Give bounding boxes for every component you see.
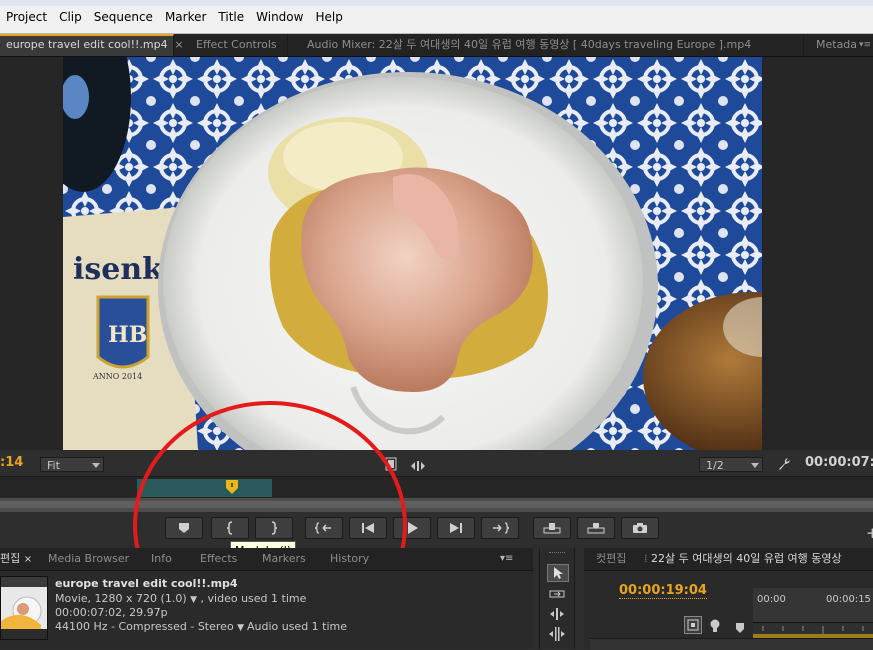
trim-mode-icon[interactable]	[410, 457, 426, 471]
tools-panel	[539, 548, 575, 649]
tab-sequence[interactable]: ⁞ 22살 두 여대생의 40일 유럽 여행 동영상	[644, 548, 842, 570]
source-monitor-tabbar: europe travel edit cool!!.mp4 × Effect C…	[0, 34, 873, 57]
button-editor-plus-icon[interactable]: +	[866, 524, 873, 542]
tab-project-label: 편집	[0, 552, 21, 565]
ruler-label-next: 00:00:15	[826, 594, 871, 605]
clip-thumbnail[interactable]	[0, 576, 48, 640]
title-bar-strip	[0, 0, 873, 6]
tab-sequence-grip: ⁞	[644, 552, 651, 565]
go-to-out-icon	[493, 522, 509, 534]
tab-audio-mixer[interactable]: Audio Mixer: 22살 두 여대생의 40일 유럽 여행 동영상 [ …	[301, 34, 804, 56]
chevron-down-icon	[751, 463, 759, 468]
step-forward-icon	[450, 523, 462, 533]
beer-label-text: isenk	[73, 252, 164, 287]
tab-media-browser[interactable]: Media Browser	[48, 548, 129, 570]
snap-toggle-icon[interactable]	[684, 616, 702, 634]
tab-cut-edit[interactable]: 컷편집	[596, 548, 626, 570]
panel-grip[interactable]	[549, 552, 565, 556]
monitor-letterbox-right	[762, 57, 873, 450]
clip-thumbnail-image	[1, 577, 47, 639]
go-to-out-button[interactable]	[481, 517, 519, 539]
menu-sequence[interactable]: Sequence	[88, 8, 159, 26]
panel-menu-icon[interactable]: ▾≡	[859, 34, 871, 56]
tab-effect-controls[interactable]: Effect Controls	[190, 34, 288, 56]
insert-button[interactable]	[533, 517, 571, 539]
tab-history[interactable]: History	[330, 548, 369, 570]
rolling-edit-tool-icon[interactable]	[547, 626, 567, 642]
menu-clip[interactable]: Clip	[53, 8, 88, 26]
clip-name: europe travel edit cool!!.mp4	[55, 577, 238, 590]
project-panel-tabbar: 편집 × Media Browser Info Effects Markers …	[0, 548, 533, 571]
close-icon[interactable]: ×	[24, 554, 32, 565]
menu-items: Project Clip Sequence Marker Title Windo…	[0, 8, 349, 26]
tab-sequence-label: 22살 두 여대생의 40일 유럽 여행 동영상	[651, 552, 842, 565]
tab-close-icon[interactable]: ×	[173, 34, 185, 56]
insert-icon	[543, 523, 561, 534]
playback-resolution-dropdown[interactable]: 1/2	[699, 457, 763, 472]
export-frame-button[interactable]	[621, 517, 659, 539]
overwrite-icon	[587, 523, 605, 534]
tab-source-clip[interactable]: europe travel edit cool!!.mp4	[0, 34, 174, 56]
clip-info-video-format: Movie, 1280 x 720 (1.0)	[55, 592, 187, 605]
camera-icon	[633, 523, 647, 533]
zoom-dropdown[interactable]: Fit	[40, 457, 104, 472]
menu-project[interactable]: Project	[0, 8, 53, 26]
tab-markers[interactable]: Markers	[262, 548, 306, 570]
chevron-down-icon[interactable]: ▼	[190, 595, 197, 605]
duration-timecode: 00:00:07:0	[805, 455, 873, 470]
chevron-down-icon[interactable]: ▼	[237, 623, 247, 633]
clip-info-audio-format: 44100 Hz - Compressed - Stereo	[55, 620, 234, 633]
monitor-letterbox-left	[0, 57, 63, 450]
selection-tool-icon[interactable]	[547, 564, 569, 582]
menu-bar: Project Clip Sequence Marker Title Windo…	[0, 0, 873, 34]
menu-title[interactable]: Title	[212, 8, 250, 26]
timeline-timecode[interactable]: 00:00:19:04	[619, 583, 707, 599]
tab-info[interactable]: Info	[151, 548, 172, 570]
beer-anno-text: ANNO 2014	[92, 372, 142, 381]
tab-metadata-label: Metada	[816, 38, 858, 51]
clip-info-audio-usage: Audio used 1 time	[246, 620, 348, 633]
timeline-tabbar: 컷편집 ⁞ 22살 두 여대생의 40일 유럽 여행 동영상	[584, 548, 873, 571]
panel-menu-icon[interactable]: ▾≡	[500, 548, 513, 570]
chevron-down-icon	[92, 463, 100, 468]
clip-info-video-usage: , video used 1 time	[200, 592, 307, 605]
clip-info-video: Movie, 1280 x 720 (1.0) ▼ , video used 1…	[55, 592, 306, 605]
tab-project-edit[interactable]: 편집 ×	[0, 548, 32, 570]
lightbulb-icon[interactable]	[709, 618, 721, 632]
track-select-tool-icon[interactable]	[547, 586, 567, 602]
clip-info-duration: 00:00:07:02, 29.97p	[55, 606, 168, 619]
add-marker-icon[interactable]	[735, 619, 745, 633]
beer-badge-text: HB	[108, 322, 147, 348]
step-forward-button[interactable]	[437, 517, 475, 539]
wrench-icon[interactable]	[777, 456, 791, 470]
ruler-label-start: 00:00	[757, 594, 786, 605]
ripple-edit-tool-icon[interactable]	[547, 606, 567, 622]
playhead-timecode[interactable]: :14	[0, 455, 23, 470]
tab-effects[interactable]: Effects	[200, 548, 237, 570]
tab-metadata[interactable]: Metada ▾≡	[810, 34, 873, 56]
playback-resolution-value: 1/2	[706, 459, 724, 472]
overwrite-button[interactable]	[577, 517, 615, 539]
timeline-track-area[interactable]	[590, 638, 873, 650]
menu-window[interactable]: Window	[250, 8, 309, 26]
zoom-dropdown-value: Fit	[47, 459, 60, 472]
menu-marker[interactable]: Marker	[159, 8, 212, 26]
clip-info-audio: 44100 Hz - Compressed - Stereo ▼ Audio u…	[55, 620, 347, 633]
menu-help[interactable]: Help	[309, 8, 348, 26]
